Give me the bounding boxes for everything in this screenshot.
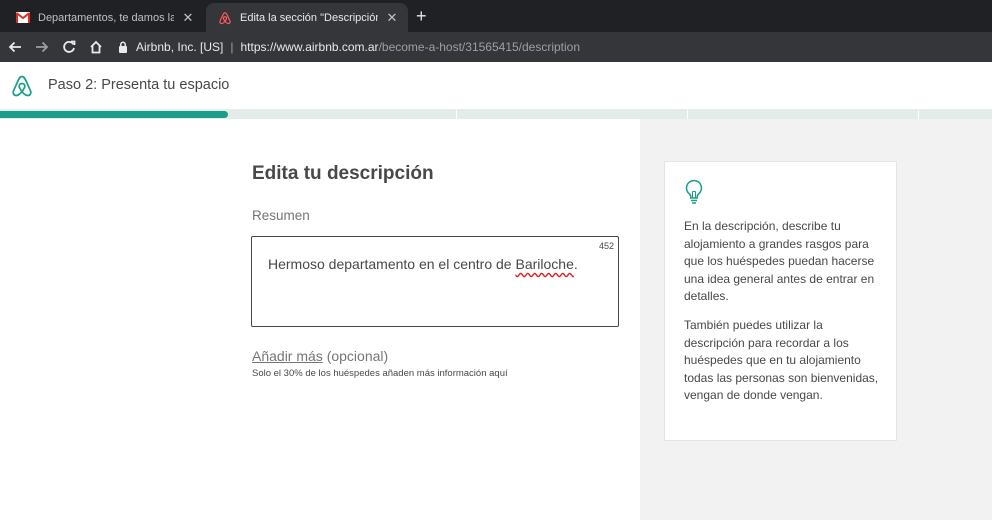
character-counter: 452 xyxy=(598,241,614,251)
airbnb-logo-icon[interactable] xyxy=(10,74,34,98)
summary-text: Hermoso departamento en el centro de Bar… xyxy=(268,256,578,272)
tab-title: Edita la sección "Descripción" de tu anu… xyxy=(240,11,378,24)
url-host: https://www.airbnb.com.ar xyxy=(240,40,379,54)
back-arrow-icon[interactable] xyxy=(4,32,26,62)
close-tab-icon[interactable]: ✕ xyxy=(180,10,196,26)
progress-divider xyxy=(456,110,457,119)
lock-icon xyxy=(118,41,128,53)
airbnb-icon xyxy=(218,11,232,25)
progress-fill xyxy=(0,111,228,118)
tab-title: Departamentos, te damos la bienvenida xyxy=(38,11,174,24)
summary-text-end: . xyxy=(573,256,578,272)
forward-arrow-icon[interactable] xyxy=(31,32,53,62)
tips-sidebar: En la descripción, describe tu alojamien… xyxy=(640,119,992,520)
close-tab-icon[interactable]: ✕ xyxy=(384,10,400,26)
summary-text-start: Hermoso departamento en el centro de xyxy=(268,256,516,272)
add-more-hint: Solo el 30% de los huéspedes añaden más … xyxy=(252,368,508,379)
add-more-optional: (opcional) xyxy=(322,348,389,364)
step-title: Paso 2: Presenta tu espacio xyxy=(48,77,230,93)
browser-tab-airbnb[interactable]: Edita la sección "Descripción" de tu anu… xyxy=(206,3,408,32)
summary-textarea[interactable]: 452 Hermoso departamento en el centro de… xyxy=(251,236,619,327)
add-more-link[interactable]: Añadir más xyxy=(252,348,323,364)
app-header: Paso 2: Presenta tu espacio xyxy=(0,62,992,110)
address-separator: | xyxy=(230,40,234,54)
progress-bar xyxy=(0,110,992,119)
misspelled-word: Bariloche xyxy=(515,256,574,272)
browser-tab-gmail[interactable]: Departamentos, te damos la bienvenida ✕ xyxy=(4,3,204,32)
progress-divider xyxy=(687,110,688,119)
gmail-icon xyxy=(16,11,30,25)
lightbulb-icon xyxy=(684,179,704,205)
reload-icon[interactable] xyxy=(58,32,80,62)
url-path: /become-a-host/31565415/description xyxy=(378,40,581,54)
summary-label: Resumen xyxy=(252,208,310,223)
progress-divider xyxy=(918,110,919,119)
home-icon[interactable] xyxy=(85,32,107,62)
address-bar[interactable]: Airbnb, Inc. [US] | https://www.airbnb.c… xyxy=(118,36,984,58)
tip-card: En la descripción, describe tu alojamien… xyxy=(664,161,897,441)
browser-toolbar: Airbnb, Inc. [US] | https://www.airbnb.c… xyxy=(0,32,992,62)
browser-tabstrip: Departamentos, te damos la bienvenida ✕ … xyxy=(0,0,992,32)
new-tab-plus-icon[interactable]: + xyxy=(416,5,427,27)
tip-paragraph: También puedes utilizar la descripción p… xyxy=(684,318,879,403)
tip-paragraph: En la descripción, describe tu alojamien… xyxy=(684,219,875,304)
main-content: Edita tu descripción Resumen 452 Hermoso… xyxy=(0,119,640,520)
add-more-row: Añadir más (opcional) xyxy=(252,348,388,364)
site-identity[interactable]: Airbnb, Inc. [US] xyxy=(136,40,223,54)
page-title: Edita tu descripción xyxy=(252,163,434,184)
